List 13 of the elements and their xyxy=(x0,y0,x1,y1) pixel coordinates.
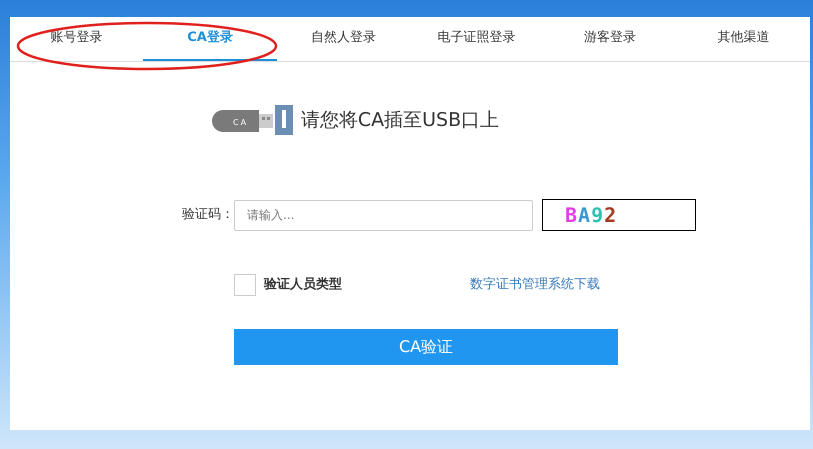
download-link[interactable]: 数字证书管理系统下载 xyxy=(470,275,600,295)
checkbox-label: 验证人员类型 xyxy=(264,276,342,294)
login-tab[interactable]: 游客登录 xyxy=(543,17,677,61)
captcha-label: 验证码： xyxy=(181,206,234,224)
login-tab[interactable]: 账号登录 xyxy=(10,17,144,61)
captcha-input-field[interactable]: 请输入... xyxy=(234,200,533,230)
login-tab[interactable]: 自然人登录 xyxy=(276,17,410,61)
login-tab[interactable]: 电子证照登录 xyxy=(410,17,544,61)
captcha-image[interactable]: BA92 xyxy=(542,199,696,231)
login-tab[interactable]: 其他渠道 xyxy=(676,17,810,61)
login-tab[interactable]: CA登录 xyxy=(143,17,277,61)
checkbox[interactable] xyxy=(234,274,256,296)
usb-instruction-text: 请您将CA插至USB口上 xyxy=(300,108,500,133)
